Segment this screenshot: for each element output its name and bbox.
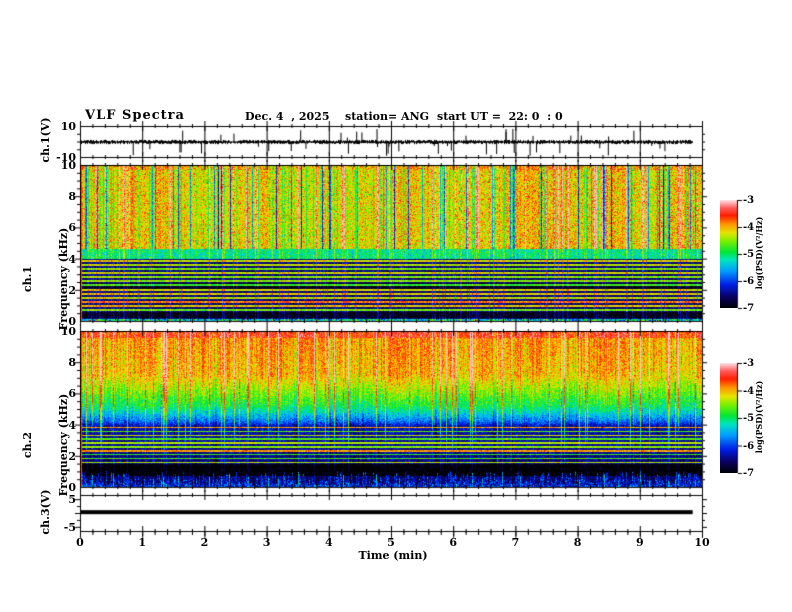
x-tick-label: 3 [262, 536, 271, 549]
colorbar2-tick-label: -6 [743, 440, 755, 452]
ch1-spec-ytick: 4 [68, 252, 76, 266]
ch3-wave-ytick: 5 [68, 493, 76, 507]
ch2-spec-ytick: 10 [60, 325, 76, 338]
colorbar1-tick-label: -4 [743, 222, 755, 233]
x-tick-label: 4 [324, 536, 333, 549]
ch1-spec-ytick: 2 [68, 283, 76, 297]
x-tick-label: 6 [449, 536, 458, 549]
colorbar1-tick-label: -5 [743, 249, 755, 260]
colorbar1-units-label: log(PSD)(V²/Hz) [754, 216, 764, 290]
ch3-wave-ytick: -5 [63, 520, 76, 534]
ch1-spec-ytick: 8 [68, 190, 76, 204]
colorbar1-tick-label: -3 [743, 195, 755, 206]
ch2-spec-ytick: 6 [68, 387, 76, 401]
ch2-spec-ytick: 8 [68, 356, 76, 370]
vlf-spectra-figure: VLF Spectra Dec. 4 , 2025 station= ANG s… [0, 0, 792, 612]
colorbar2-units-label: log(PSD)(V²/Hz) [754, 380, 764, 454]
ch1-spec-ytick: 6 [68, 221, 76, 235]
axes-overlay-canvas [0, 0, 792, 612]
ch2-spec-ytick: 2 [68, 449, 76, 463]
x-tick-label: 2 [200, 536, 209, 549]
x-tick-label: 0 [76, 536, 84, 549]
x-tick-label: 1 [138, 536, 147, 549]
ch1-spec-ytick: 10 [60, 159, 76, 172]
x-tick-label: 7 [511, 536, 520, 549]
x-tick-label: 10 [694, 536, 710, 549]
colorbar1-tick-label: -7 [743, 303, 755, 314]
colorbar2-tick-label: -4 [743, 385, 755, 397]
colorbar2-tick-label: -3 [743, 358, 755, 369]
ch2-spec-ytick: 4 [68, 418, 76, 432]
colorbar2-tick-label: -7 [743, 468, 755, 479]
x-tick-label: 9 [635, 536, 644, 549]
colorbar1-tick-label: -6 [743, 276, 755, 287]
ch1-wave-ytick: 10 [60, 120, 76, 133]
x-tick-label: 5 [387, 536, 395, 549]
x-tick-label: 8 [573, 536, 582, 549]
time-axis-label: Time (min) [358, 549, 428, 562]
ch2-spec-ytick: 0 [68, 481, 76, 494]
colorbar2-tick-label: -5 [743, 413, 755, 424]
